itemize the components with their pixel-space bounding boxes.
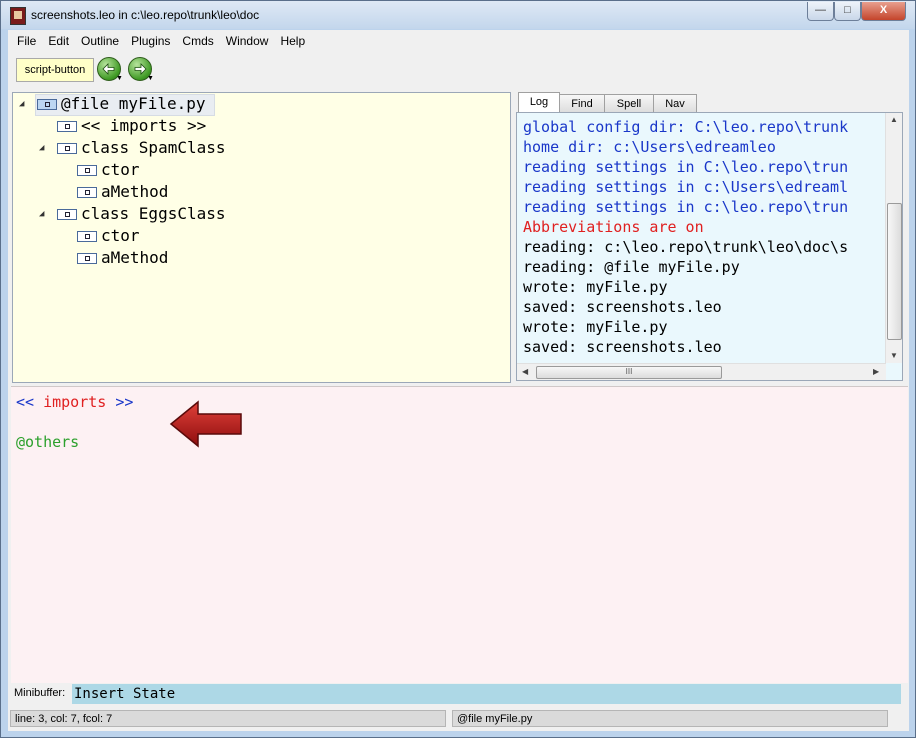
menu-bar: File Edit Outline Plugins Cmds Window Help [8,30,909,52]
outline-node[interactable]: aMethod [13,247,313,269]
status-node: @file myFile.py [452,710,888,727]
log-line: home dir: c:\Users\edreamleo [523,138,776,156]
node-icon [37,99,57,110]
section-close-delim: >> [115,393,134,411]
log-line: Abbreviations are on [523,218,704,236]
status-bar: line: 3, col: 7, fcol: 7 @file myFile.py [8,709,909,729]
menu-plugins[interactable]: Plugins [125,30,176,52]
log-line: saved: screenshots.leo [523,338,722,356]
scroll-up-icon[interactable]: ▲ [890,115,898,124]
expanded-triangle-icon[interactable]: ◢ [39,137,49,159]
green-left-arrow-icon [102,63,115,75]
node-label: class EggsClass [81,204,226,223]
node-icon [77,253,97,264]
tab-nav[interactable]: Nav [653,94,697,113]
log-line: reading: c:\leo.repo\trunk\leo\doc\s [523,238,849,256]
section-open-delim: << [16,393,35,411]
node-icon [57,143,77,154]
menu-file[interactable]: File [11,30,42,52]
red-arrow-left-icon [169,400,242,448]
outline-pane[interactable]: ◢ @file myFile.py << imports >> ◢ class … [12,92,511,383]
node-icon [77,187,97,198]
vertical-scroll-thumb[interactable] [887,203,902,340]
outline-node[interactable]: aMethod [13,181,313,203]
log-line: reading settings in c:\Users\edreaml [523,178,849,196]
maximize-button[interactable]: □ [834,2,861,21]
node-label: aMethod [101,248,169,267]
log-line: wrote: myFile.py [523,278,668,296]
minimize-button[interactable]: — [807,2,834,21]
node-label: ctor [101,160,140,179]
node-icon [77,231,97,242]
node-label: << imports >> [81,116,207,135]
tab-find[interactable]: Find [559,94,605,113]
client-area: File Edit Outline Plugins Cmds Window Help scr… [8,30,909,731]
log-line: reading: @file myFile.py [523,258,740,276]
log-line: saved: screenshots.leo [523,298,722,316]
minibuffer-label: Minibuffer: [14,687,66,699]
log-line: global config dir: C:\leo.repo\trunk [523,118,849,136]
window-title: screenshots.leo in c:\leo.repo\trunk\leo… [31,8,260,22]
close-button[interactable]: X [861,2,906,21]
outline-node[interactable]: ◢ class SpamClass [13,137,313,159]
node-label: aMethod [101,182,169,201]
tab-log[interactable]: Log [518,92,560,113]
minibuffer: Minibuffer: Insert State [8,682,909,706]
node-label: @file myFile.py [61,94,206,113]
outline-node[interactable]: << imports >> [13,115,313,137]
log-vertical-scrollbar[interactable]: ▲ ▼ [885,113,902,363]
status-position: line: 3, col: 7, fcol: 7 [10,710,446,727]
menu-outline[interactable]: Outline [75,30,125,52]
node-label: ctor [101,226,140,245]
body-line-3: @others [16,433,80,451]
outline-node[interactable]: ctor [13,225,313,247]
log-text[interactable]: global config dir: C:\leo.repo\trunk hom… [516,112,903,381]
log-line: wrote: myFile.py [523,318,668,336]
green-right-arrow-icon [134,63,147,75]
scroll-down-icon[interactable]: ▼ [890,351,898,360]
node-icon [57,209,77,220]
node-icon [57,121,77,132]
title-bar[interactable]: screenshots.leo in c:\leo.repo\trunk\leo… [1,1,915,29]
section-name: imports [34,393,116,411]
scroll-right-icon[interactable]: ▶ [873,367,879,376]
leo-app-icon [10,7,26,25]
outline-node[interactable]: ◢ @file myFile.py [13,93,223,116]
outline-node[interactable]: ctor [13,159,313,181]
expanded-triangle-icon[interactable]: ◢ [19,93,29,115]
toolbar: script-button ▼ ▼ [8,54,909,86]
expanded-triangle-icon[interactable]: ◢ [39,203,49,225]
forward-button[interactable]: ▼ [128,57,154,82]
menu-window[interactable]: Window [220,30,275,52]
back-dropdown-icon[interactable]: ▼ [116,75,123,82]
log-line: reading settings in c:\leo.repo\trun [523,198,849,216]
back-button[interactable]: ▼ [97,57,123,82]
node-label: class SpamClass [81,138,226,157]
body-line-1: << imports >> [16,392,133,412]
outline-node[interactable]: ◢ class EggsClass [13,203,313,225]
log-horizontal-scrollbar[interactable]: ◀ III ▶ [517,363,886,380]
leo-window: screenshots.leo in c:\leo.repo\trunk\leo… [0,0,916,738]
menu-help[interactable]: Help [274,30,311,52]
menu-cmds[interactable]: Cmds [176,30,219,52]
script-button[interactable]: script-button [16,58,94,82]
horizontal-scroll-thumb[interactable]: III [536,366,722,379]
log-line: reading settings in C:\leo.repo\trun [523,158,849,176]
minibuffer-input[interactable]: Insert State [72,684,901,704]
node-icon [77,165,97,176]
menu-edit[interactable]: Edit [42,30,75,52]
tab-spell[interactable]: Spell [604,94,654,113]
forward-dropdown-icon[interactable]: ▼ [147,75,154,82]
body-editor[interactable]: << imports >> @others [11,386,908,683]
log-pane: Log Find Spell Nav global config dir: C:… [516,92,903,381]
scroll-left-icon[interactable]: ◀ [522,367,528,376]
